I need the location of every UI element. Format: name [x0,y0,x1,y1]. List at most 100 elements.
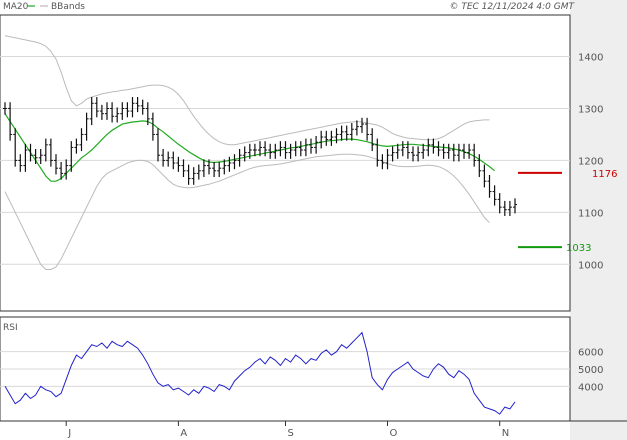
price-bar [446,143,451,159]
price-grid: 1000 1100 1200 1300 1400 [0,53,603,271]
price-bar [140,99,145,115]
x-tick-label: J [67,428,71,439]
price-bar [482,164,487,188]
price-bar [360,117,364,133]
price-bar [54,154,58,175]
price-bar [436,141,441,157]
price-bar [232,154,237,170]
price-bar [201,159,206,178]
price-bar [507,200,512,216]
price-bar [212,161,217,178]
price-bar [416,146,421,162]
price-bar [283,141,288,159]
price-bar [48,138,53,167]
price-bar [99,104,104,120]
price-bar [441,143,446,159]
legend-ma-label: MA20 [3,2,29,12]
price-bar [130,97,135,118]
price-bar [492,185,497,206]
price-bar [120,102,125,120]
support-level-label: 1033 [566,243,591,254]
price-bar [79,128,84,152]
price-bar [344,125,349,141]
price-bar [390,146,395,162]
price-bar [334,128,339,144]
price-bar [278,141,283,157]
price-bar [43,138,48,162]
price-bar [3,102,7,115]
price-bar [227,156,232,172]
rsi-line [4,331,516,415]
price-tick-label: 1400 [578,53,603,64]
rsi-tick-label: 6000 [578,348,603,359]
price-bar [186,164,191,185]
price-bar [196,164,201,180]
price-bar [135,97,140,113]
price-bar [487,174,492,198]
bollinger-upper-line [4,35,490,146]
price-bar [467,143,472,159]
rsi-grid: 4000 5000 6000 [0,348,603,393]
price-bar [451,143,456,162]
copyright-text: © TEC 12/11/2024 4:0 GMT [449,2,575,12]
x-tick-label: N [502,428,509,439]
price-bar [365,117,370,141]
price-bar [303,138,308,157]
price-bar [242,146,247,162]
price-bar [370,128,375,152]
price-bar [513,198,517,214]
price-bar [339,125,344,141]
price-bar [400,141,405,157]
price-bar [18,154,23,172]
price-bar [385,148,390,170]
price-bar [293,141,298,157]
price-bar [105,102,109,120]
price-bar [176,156,181,172]
x-tick-label: S [288,428,294,439]
price-bars [3,97,517,216]
price-bar [217,161,222,178]
price-bar [125,102,130,118]
resistance-level-label: 1176 [592,169,617,180]
price-bar [64,159,69,180]
price-bar [110,102,115,123]
price-bar [314,135,319,154]
price-bar [115,107,120,123]
price-bar [411,146,415,162]
price-bar [502,200,507,216]
header-legend: MA20 BBands [3,2,85,12]
price-bar [84,112,89,141]
x-axis: JASON [65,421,509,439]
price-bar [156,128,160,162]
x-tick-label: O [390,428,398,439]
price-bar [329,130,334,146]
x-tick-label: A [180,428,187,439]
price-bar [94,97,99,118]
price-bar [166,151,171,167]
price-bar [74,138,79,154]
price-tick-label: 1300 [578,104,603,115]
price-tick-label: 1200 [578,156,603,167]
price-bar [319,130,324,149]
price-bar [375,138,380,167]
price-bar [309,138,313,154]
price-bar [161,148,166,167]
price-bar [181,159,186,178]
price-bar [150,112,155,141]
price-tick-label: 1100 [578,208,603,219]
price-bar [28,143,33,162]
price-bar [456,143,461,162]
rsi-tick-label: 5000 [578,365,603,376]
price-bar [38,148,43,165]
price-bar [477,154,482,178]
price-bar [426,138,431,157]
price-bar [354,120,359,136]
rsi-tick-label: 4000 [578,382,603,393]
stock-chart: 1000 1100 1200 1300 1400 4000 5000 6000 MA20 B… [0,0,627,440]
price-bar [349,123,354,141]
price-bar [324,130,329,146]
rsi-title: RSI [3,323,18,333]
price-bar [497,193,502,214]
price-bar [298,141,303,157]
price-tick-label: 1000 [578,260,603,271]
